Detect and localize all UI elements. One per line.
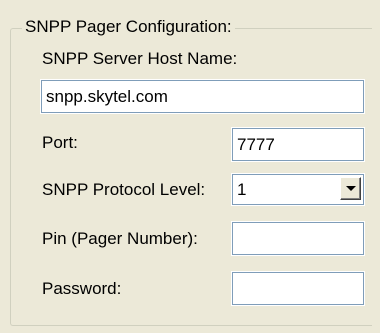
protocol-level-value: 1 (237, 180, 247, 199)
pin-label: Pin (Pager Number): (42, 229, 198, 248)
pin-input[interactable] (231, 221, 365, 256)
chevron-down-icon (346, 186, 356, 191)
port-label: Port: (42, 133, 78, 152)
protocol-level-select[interactable]: 1 (231, 173, 365, 206)
protocol-level-label: SNPP Protocol Level: (42, 180, 206, 199)
protocol-level-dropdown-button[interactable] (340, 177, 361, 200)
snpp-config-panel: SNPP Pager Configuration: SNPP Server Ho… (0, 0, 380, 333)
server-host-label: SNPP Server Host Name: (42, 49, 238, 68)
password-label: Password: (42, 279, 122, 298)
port-value: 7777 (237, 135, 275, 154)
port-input[interactable]: 7777 (231, 127, 365, 162)
server-host-input[interactable]: snpp.skytel.com (40, 79, 365, 114)
server-host-value: snpp.skytel.com (46, 87, 168, 106)
password-input[interactable] (231, 271, 365, 306)
group-title: SNPP Pager Configuration: (22, 16, 235, 38)
